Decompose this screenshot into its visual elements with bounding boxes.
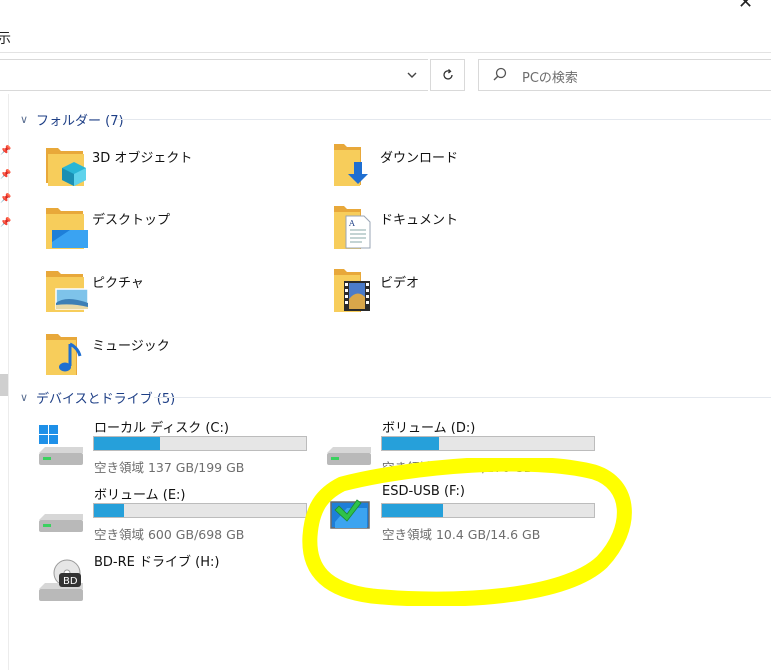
folders-section-header[interactable]: ∨ フォルダー (7) bbox=[20, 110, 124, 129]
drive-usage-fill bbox=[94, 504, 124, 517]
ribbon-divider bbox=[0, 52, 771, 53]
yellow-highlight-annotation bbox=[302, 458, 632, 606]
section-label: フォルダー (7) bbox=[36, 113, 124, 129]
drive-name: BD-RE ドライブ (H:) bbox=[94, 555, 220, 570]
drive-usage-fill bbox=[382, 437, 440, 450]
folder-label: ミュージック bbox=[92, 339, 170, 354]
folder-label: ドキュメント bbox=[380, 213, 459, 228]
folder-item-videos[interactable]: ビデオ bbox=[332, 265, 592, 321]
folder-item-pictures[interactable]: ピクチャ bbox=[44, 265, 304, 321]
refresh-icon bbox=[442, 69, 453, 80]
close-window-button[interactable]: ✕ bbox=[738, 0, 753, 13]
folder-label: ビデオ bbox=[380, 276, 420, 291]
folder-label: デスクトップ bbox=[92, 213, 171, 228]
drive-free-space: 空き領域 600 GB/698 GB bbox=[94, 527, 245, 542]
svg-text:A: A bbox=[348, 219, 355, 228]
chevron-down-icon: ∨ bbox=[20, 112, 29, 126]
drive-name: ローカル ディスク (C:) bbox=[94, 421, 229, 436]
windows-drive-icon bbox=[37, 425, 85, 469]
section-divider bbox=[154, 397, 771, 398]
section-divider bbox=[116, 119, 771, 120]
ribbon-tab-view[interactable]: 示 bbox=[0, 28, 11, 48]
drive-name: ボリューム (D:) bbox=[382, 421, 476, 436]
folder-label: ダウンロード bbox=[380, 151, 459, 166]
3d-objects-icon bbox=[44, 140, 90, 192]
music-icon bbox=[44, 328, 90, 380]
folder-label: ピクチャ bbox=[92, 276, 144, 291]
drive-item-h[interactable]: BD BD-RE ドライブ (H:) bbox=[37, 551, 312, 609]
pictures-icon bbox=[44, 265, 90, 317]
address-history-dropdown[interactable] bbox=[402, 64, 422, 86]
chevron-down-icon bbox=[407, 72, 417, 78]
drive-usage-fill bbox=[94, 437, 160, 450]
hard-drive-icon bbox=[37, 492, 85, 536]
drive-free-space: 空き領域 137 GB/199 GB bbox=[94, 460, 245, 475]
pin-icon: 📌 bbox=[0, 194, 12, 204]
documents-icon: A bbox=[332, 202, 378, 254]
search-input[interactable]: PCの検索 bbox=[522, 67, 578, 86]
drive-item-c[interactable]: ローカル ディスク (C:) 空き領域 137 GB/199 GB bbox=[37, 417, 312, 475]
desktop-icon bbox=[44, 202, 90, 254]
folder-item-desktop[interactable]: デスクトップ bbox=[44, 202, 304, 258]
chevron-down-icon: ∨ bbox=[20, 390, 29, 404]
drive-usage-bar bbox=[381, 436, 595, 451]
pin-icon: 📌 bbox=[0, 218, 12, 228]
folder-item-documents[interactable]: A ドキュメント bbox=[332, 202, 592, 258]
pin-icon: 📌 bbox=[0, 170, 12, 180]
drive-usage-bar bbox=[93, 436, 307, 451]
svg-text:BD: BD bbox=[63, 576, 78, 587]
folder-item-music[interactable]: ミュージック bbox=[44, 328, 304, 384]
navigation-pane-divider[interactable] bbox=[8, 94, 9, 670]
drive-name: ボリューム (E:) bbox=[94, 488, 186, 503]
navigation-selected-item[interactable] bbox=[0, 374, 8, 396]
folder-item-3d-objects[interactable]: 3D オブジェクト bbox=[44, 140, 304, 196]
devices-section-header[interactable]: ∨ デバイスとドライブ (5) bbox=[20, 388, 175, 407]
drive-usage-bar bbox=[93, 503, 307, 518]
bd-drive-icon: BD bbox=[37, 559, 85, 603]
search-icon bbox=[493, 67, 507, 81]
downloads-icon bbox=[332, 140, 378, 192]
refresh-button[interactable] bbox=[430, 59, 465, 91]
pin-icon: 📌 bbox=[0, 146, 12, 156]
videos-icon bbox=[332, 265, 378, 317]
drive-item-e[interactable]: ボリューム (E:) 空き領域 600 GB/698 GB bbox=[37, 484, 312, 542]
address-bar[interactable] bbox=[0, 59, 428, 91]
folder-label: 3D オブジェクト bbox=[92, 151, 193, 166]
folder-item-downloads[interactable]: ダウンロード bbox=[332, 140, 592, 196]
